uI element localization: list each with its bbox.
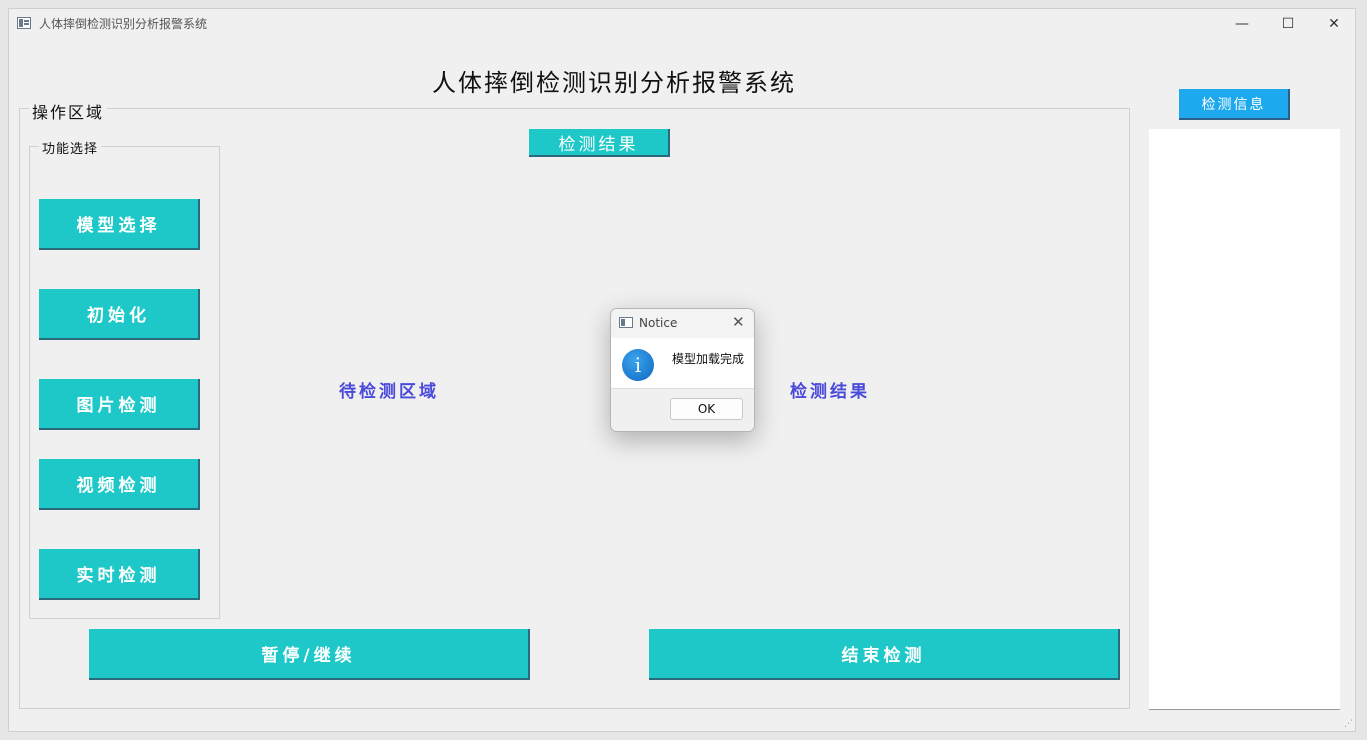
close-button[interactable]: ✕: [1311, 9, 1357, 39]
dialog-close-icon[interactable]: ✕: [732, 313, 745, 331]
dialog-body: i 模型加载完成: [611, 338, 754, 388]
pause-resume-button[interactable]: 暂停/继续: [89, 629, 530, 680]
operation-area-legend: 操作区域: [29, 99, 108, 123]
detection-result-tag: 检测结果: [529, 129, 670, 157]
app-icon: [17, 17, 31, 29]
dialog-title: Notice: [639, 316, 678, 330]
dialog-footer: OK: [611, 388, 754, 431]
notice-dialog: Notice ✕ i 模型加载完成 OK: [610, 308, 755, 432]
video-detection-button[interactable]: 视频检测: [39, 459, 200, 510]
pending-detection-area-label: 待检测区域: [339, 382, 439, 402]
window-title: 人体摔倒检测识别分析报警系统: [39, 17, 208, 31]
image-detection-button[interactable]: 图片检测: [39, 379, 200, 430]
detection-info-panel[interactable]: [1149, 129, 1340, 710]
end-detection-button[interactable]: 结束检测: [649, 629, 1120, 680]
page-title: 人体摔倒检测识别分析报警系统: [432, 69, 796, 97]
detection-result-area-label: 检测结果: [790, 382, 870, 402]
minimize-button[interactable]: —: [1219, 9, 1265, 39]
realtime-detection-button[interactable]: 实时检测: [39, 549, 200, 600]
dialog-app-icon: [619, 317, 633, 328]
dialog-message: 模型加载完成: [672, 352, 745, 366]
detection-info-button[interactable]: 检测信息: [1179, 89, 1290, 120]
model-select-button[interactable]: 模型选择: [39, 199, 200, 250]
resize-grip-icon[interactable]: ⋰: [1344, 720, 1353, 729]
initialize-button[interactable]: 初始化: [39, 289, 200, 340]
maximize-button[interactable]: ☐: [1265, 9, 1311, 39]
info-icon: i: [622, 349, 654, 381]
dialog-title-bar[interactable]: Notice ✕: [611, 309, 754, 338]
ok-button[interactable]: OK: [670, 398, 743, 420]
title-bar[interactable]: 人体摔倒检测识别分析报警系统 — ☐ ✕: [9, 9, 1355, 39]
function-select-legend: 功能选择: [39, 138, 102, 157]
